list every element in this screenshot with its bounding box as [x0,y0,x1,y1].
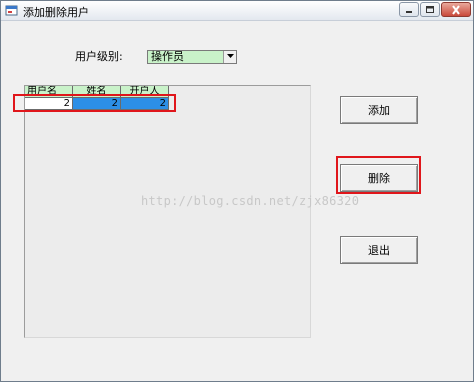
main-window: 添加删除用户 用户级别: 操作员 用户名 姓名 开户人 2 2 2 添加 删除 … [0,0,474,382]
exit-button[interactable]: 退出 [340,236,418,264]
minimize-button[interactable] [399,2,419,17]
user-grid[interactable]: 用户名 姓名 开户人 2 2 2 [24,85,311,338]
grid-header-username[interactable]: 用户名 [25,86,73,98]
grid-cell-name[interactable]: 2 [73,98,121,110]
close-button[interactable] [441,2,471,17]
grid-header-name[interactable]: 姓名 [73,86,121,98]
user-level-select[interactable]: 操作员 [147,50,237,64]
dropdown-arrow[interactable] [223,51,236,63]
minimize-icon [406,11,412,13]
window-title: 添加删除用户 [23,6,89,19]
title-bar[interactable]: 添加删除用户 [1,1,473,21]
watermark: http://blog.csdn.net/zjx86320 [141,194,360,208]
grid-header-opener[interactable]: 开户人 [121,86,169,98]
add-button[interactable]: 添加 [340,96,418,124]
grid-cell-username[interactable]: 2 [25,98,73,110]
maximize-icon [426,6,434,13]
app-icon [5,4,18,17]
grid-cell-opener[interactable]: 2 [121,98,169,110]
user-level-label: 用户级别: [75,50,123,63]
maximize-button[interactable] [420,2,440,17]
delete-button[interactable]: 删除 [340,164,418,192]
close-icon [452,5,460,15]
chevron-down-icon [226,54,234,58]
user-level-value: 操作员 [151,50,184,63]
